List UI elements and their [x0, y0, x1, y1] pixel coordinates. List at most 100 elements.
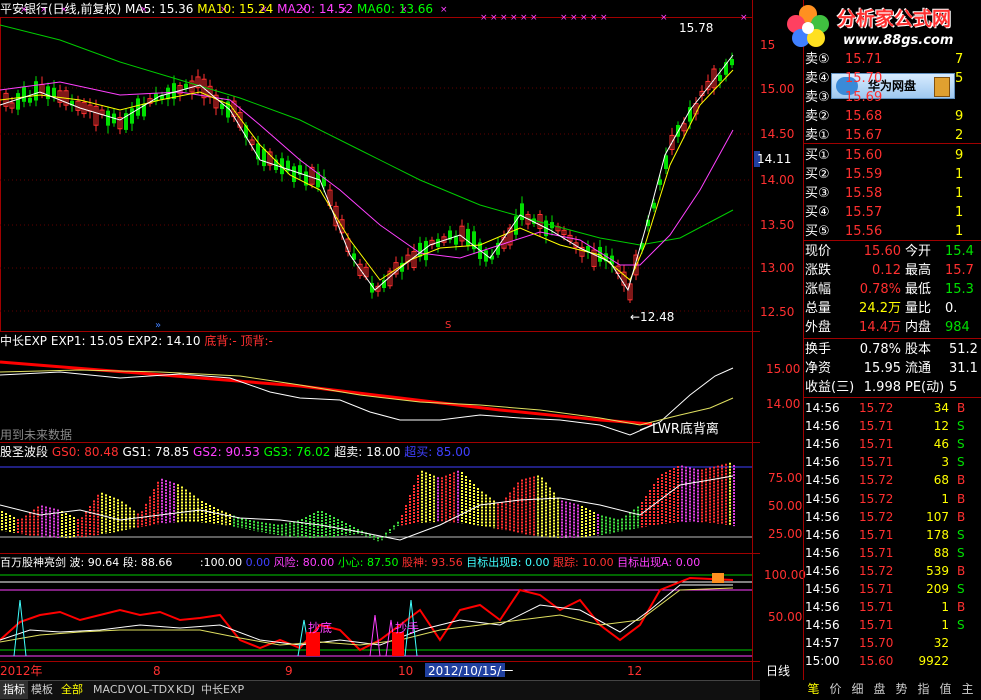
tab-kdj[interactable]: KDJ — [173, 681, 198, 699]
ob-label: 卖⑤ — [805, 52, 830, 67]
right-tab[interactable]: 笔 — [803, 680, 824, 699]
ob-price: 15.57 — [845, 205, 883, 220]
sword-risk: 风险: 80.00 — [273, 556, 335, 569]
tick-price: 15.60 — [859, 654, 894, 669]
tab-exp[interactable]: 中长EXP — [198, 681, 247, 699]
stat-label: 净资 — [805, 361, 832, 376]
stat-label: 最低 — [905, 282, 932, 297]
x-marker: × — [500, 13, 508, 23]
tick-price: 15.70 — [859, 636, 894, 651]
right-tab[interactable]: 值 — [935, 680, 956, 699]
order-book-row[interactable]: 卖④ 15.70 5 — [805, 69, 963, 88]
stat-value: 0.78% — [859, 342, 901, 357]
ma5-line — [0, 54, 734, 292]
tick-side: S — [957, 545, 965, 560]
tick-time: 14:56 — [805, 563, 840, 578]
right-tab[interactable]: 指 — [913, 680, 934, 699]
tick-side: S — [957, 419, 965, 434]
tick-volume: 34 — [933, 401, 949, 415]
candle-down — [418, 242, 422, 257]
quote-stat-row: 现价 15.60 今开 15.4 — [805, 242, 974, 261]
tab-template[interactable]: 模板 — [28, 681, 56, 699]
quote-stat-row: 涨跌 0.12 最高 15.7 — [805, 261, 974, 280]
ob-price: 15.68 — [845, 109, 883, 124]
chart-header: 平安银行(日线,前复权) MA5: 15.36 MA10: 15.24 MA20… — [0, 2, 433, 16]
right-tab[interactable]: 价 — [825, 680, 846, 699]
tick-price: 15.71 — [859, 600, 894, 615]
sword-white-line — [0, 584, 733, 646]
right-tab[interactable]: 盘 — [869, 680, 890, 699]
ob-label: 买⑤ — [805, 224, 830, 239]
tick-row: 14:56 15.71 12 S — [805, 417, 965, 435]
ob-label: 卖④ — [805, 71, 830, 86]
tick-volume: 1 — [941, 600, 949, 615]
arrow-marker: » — [155, 320, 161, 331]
gs2-value: GS2: 90.53 — [193, 445, 260, 459]
order-book-row[interactable]: 买② 15.59 1 — [805, 165, 963, 184]
order-book-row[interactable]: 卖③ 15.69 — [805, 88, 955, 107]
sword-axis-1: 100.00 — [764, 568, 806, 582]
right-tab[interactable]: 主 — [957, 680, 978, 699]
tick-row: 14:56 15.71 88 S — [805, 544, 965, 562]
order-book-row[interactable]: 买⑤ 15.56 1 — [805, 222, 963, 241]
date-cursor: 2012/10/15/一 — [428, 664, 514, 678]
tick-side: S — [957, 582, 965, 596]
tick-time: 14:56 — [805, 600, 840, 615]
ob-price: 15.60 — [845, 148, 883, 163]
ob-volume: 1 — [955, 205, 964, 220]
order-book-row[interactable]: 买① 15.60 9 — [805, 146, 963, 165]
stat-label: 流通 — [905, 361, 932, 376]
ob-price: 15.71 — [845, 52, 883, 67]
sword-label-bottom: 抄底 — [308, 621, 333, 635]
sword-panel-title: 百万股神亮剑 — [0, 556, 66, 569]
tick-side: B — [957, 509, 966, 524]
ob-volume: 9 — [955, 109, 964, 124]
x-marker: × — [660, 13, 668, 23]
current-price-marker: 14.11 — [757, 152, 792, 166]
right-tab[interactable]: 细 — [847, 680, 868, 699]
ma10-line — [0, 69, 734, 281]
x-marker: × — [570, 13, 578, 23]
right-tab[interactable]: 势 — [891, 680, 912, 699]
stat-value: 0.12 — [872, 263, 901, 278]
tick-price: 15.72 — [859, 563, 894, 578]
order-book-row[interactable]: 买④ 15.57 1 — [805, 203, 963, 222]
tick-row: 14:56 15.72 107 B — [805, 508, 965, 526]
stat-label: 现价 — [805, 244, 832, 259]
tick-time: 14:56 — [805, 545, 840, 560]
tick-row: 14:56 15.72 34 B — [805, 399, 965, 417]
order-book-row[interactable]: 买③ 15.58 1 — [805, 184, 963, 203]
price-axis-label: 12.50 — [760, 305, 795, 319]
stat-value: 15.60 — [863, 244, 901, 259]
stat-label: 最高 — [905, 263, 932, 278]
quote-stat-row: 总量 24.2万 量比 0. — [805, 299, 957, 318]
tick-time: 14:56 — [805, 582, 840, 596]
x-marker: × — [600, 13, 608, 23]
tick-volume: 9922 — [918, 654, 949, 669]
tick-volume: 1 — [941, 618, 949, 633]
tab-vol-tdx[interactable]: VOL-TDX — [124, 681, 178, 699]
tick-price: 15.71 — [859, 545, 894, 560]
sword-track: 跟踪: 10.00 — [552, 556, 614, 569]
tab-all[interactable]: 全部 — [58, 681, 86, 699]
price-axis-label: 13.00 — [760, 261, 795, 275]
date-axis-12: 12 — [627, 664, 643, 678]
oversell-value: 超卖: 18.00 — [334, 445, 401, 459]
x-marker: × — [590, 13, 598, 23]
order-book-row[interactable]: 卖⑤ 15.71 7 — [805, 50, 963, 69]
stat-value: 51.2 — [949, 342, 978, 357]
exp2-yellow-line — [0, 369, 734, 426]
site-logo: 分析家公式网 www.88gs.com — [781, 2, 981, 54]
ma20-value: MA20: 14.52 — [277, 2, 354, 16]
x-marker: × — [490, 13, 498, 23]
wave-axis-2: 50.00 — [768, 499, 803, 513]
tab-indicator[interactable]: 指标 — [0, 681, 28, 699]
candle-down — [28, 97, 32, 103]
period-label[interactable]: 日线 — [766, 664, 790, 678]
x-marker: × — [510, 13, 518, 23]
ma60-line — [0, 24, 734, 246]
tick-volume: 539 — [926, 563, 949, 578]
sword-label-run: 抄手 — [395, 621, 420, 635]
flower-logo-icon — [787, 5, 829, 47]
order-book-row[interactable]: 卖② 15.68 9 — [805, 107, 963, 126]
